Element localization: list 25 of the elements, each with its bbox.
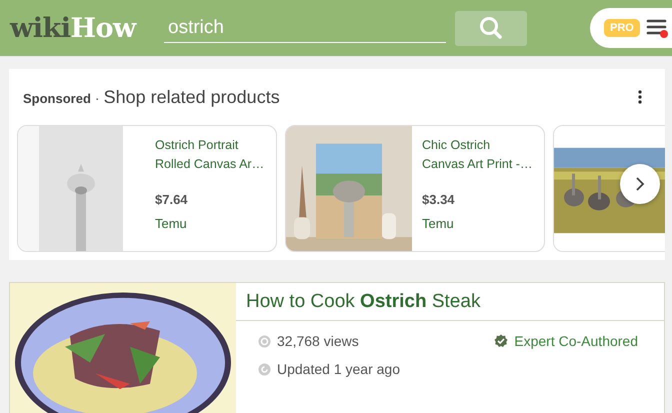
product-card[interactable]: Chic Ostrich Canvas Art Print -… $3.34 Temu: [285, 125, 545, 252]
menu-icon[interactable]: [646, 17, 668, 39]
article-title[interactable]: How to Cook Ostrich Steak: [236, 283, 664, 321]
article-card[interactable]: How to Cook Ostrich Steak 32,768 views Updated 1 year ago Expert Co-Authored: [9, 282, 665, 413]
product-name[interactable]: Ostrich Portrait Rolled Canvas Ar…: [155, 136, 264, 174]
separator-dot: ·: [94, 90, 100, 106]
search-icon: [478, 15, 504, 41]
pro-badge: PRO: [604, 19, 640, 37]
product-price: $7.64: [155, 192, 189, 207]
product-card[interactable]: Ostrich Portrait Rolled Canvas Ar… $7.64 Temu: [17, 125, 277, 252]
refresh-icon: [258, 362, 271, 376]
verified-check-icon: [494, 334, 508, 348]
product-price: $3.34: [422, 192, 456, 207]
sponsored-label: Sponsored: [23, 90, 91, 106]
seller-name: Temu: [422, 216, 455, 231]
more-options-icon[interactable]: [638, 90, 642, 104]
product-name[interactable]: Chic Ostrich Canvas Art Print -…: [422, 136, 532, 174]
wikihow-logo[interactable]: wikiHow: [10, 12, 156, 44]
updated-date: Updated 1 year ago: [277, 361, 400, 377]
section-title: Shop related products: [104, 86, 280, 108]
expert-coauthored-label: Expert Co-Authored: [514, 333, 638, 349]
seller-name: Temu: [155, 216, 188, 231]
chevron-right-icon: [634, 176, 646, 192]
view-count: 32,768 views: [277, 333, 359, 349]
eye-icon: [258, 334, 271, 348]
